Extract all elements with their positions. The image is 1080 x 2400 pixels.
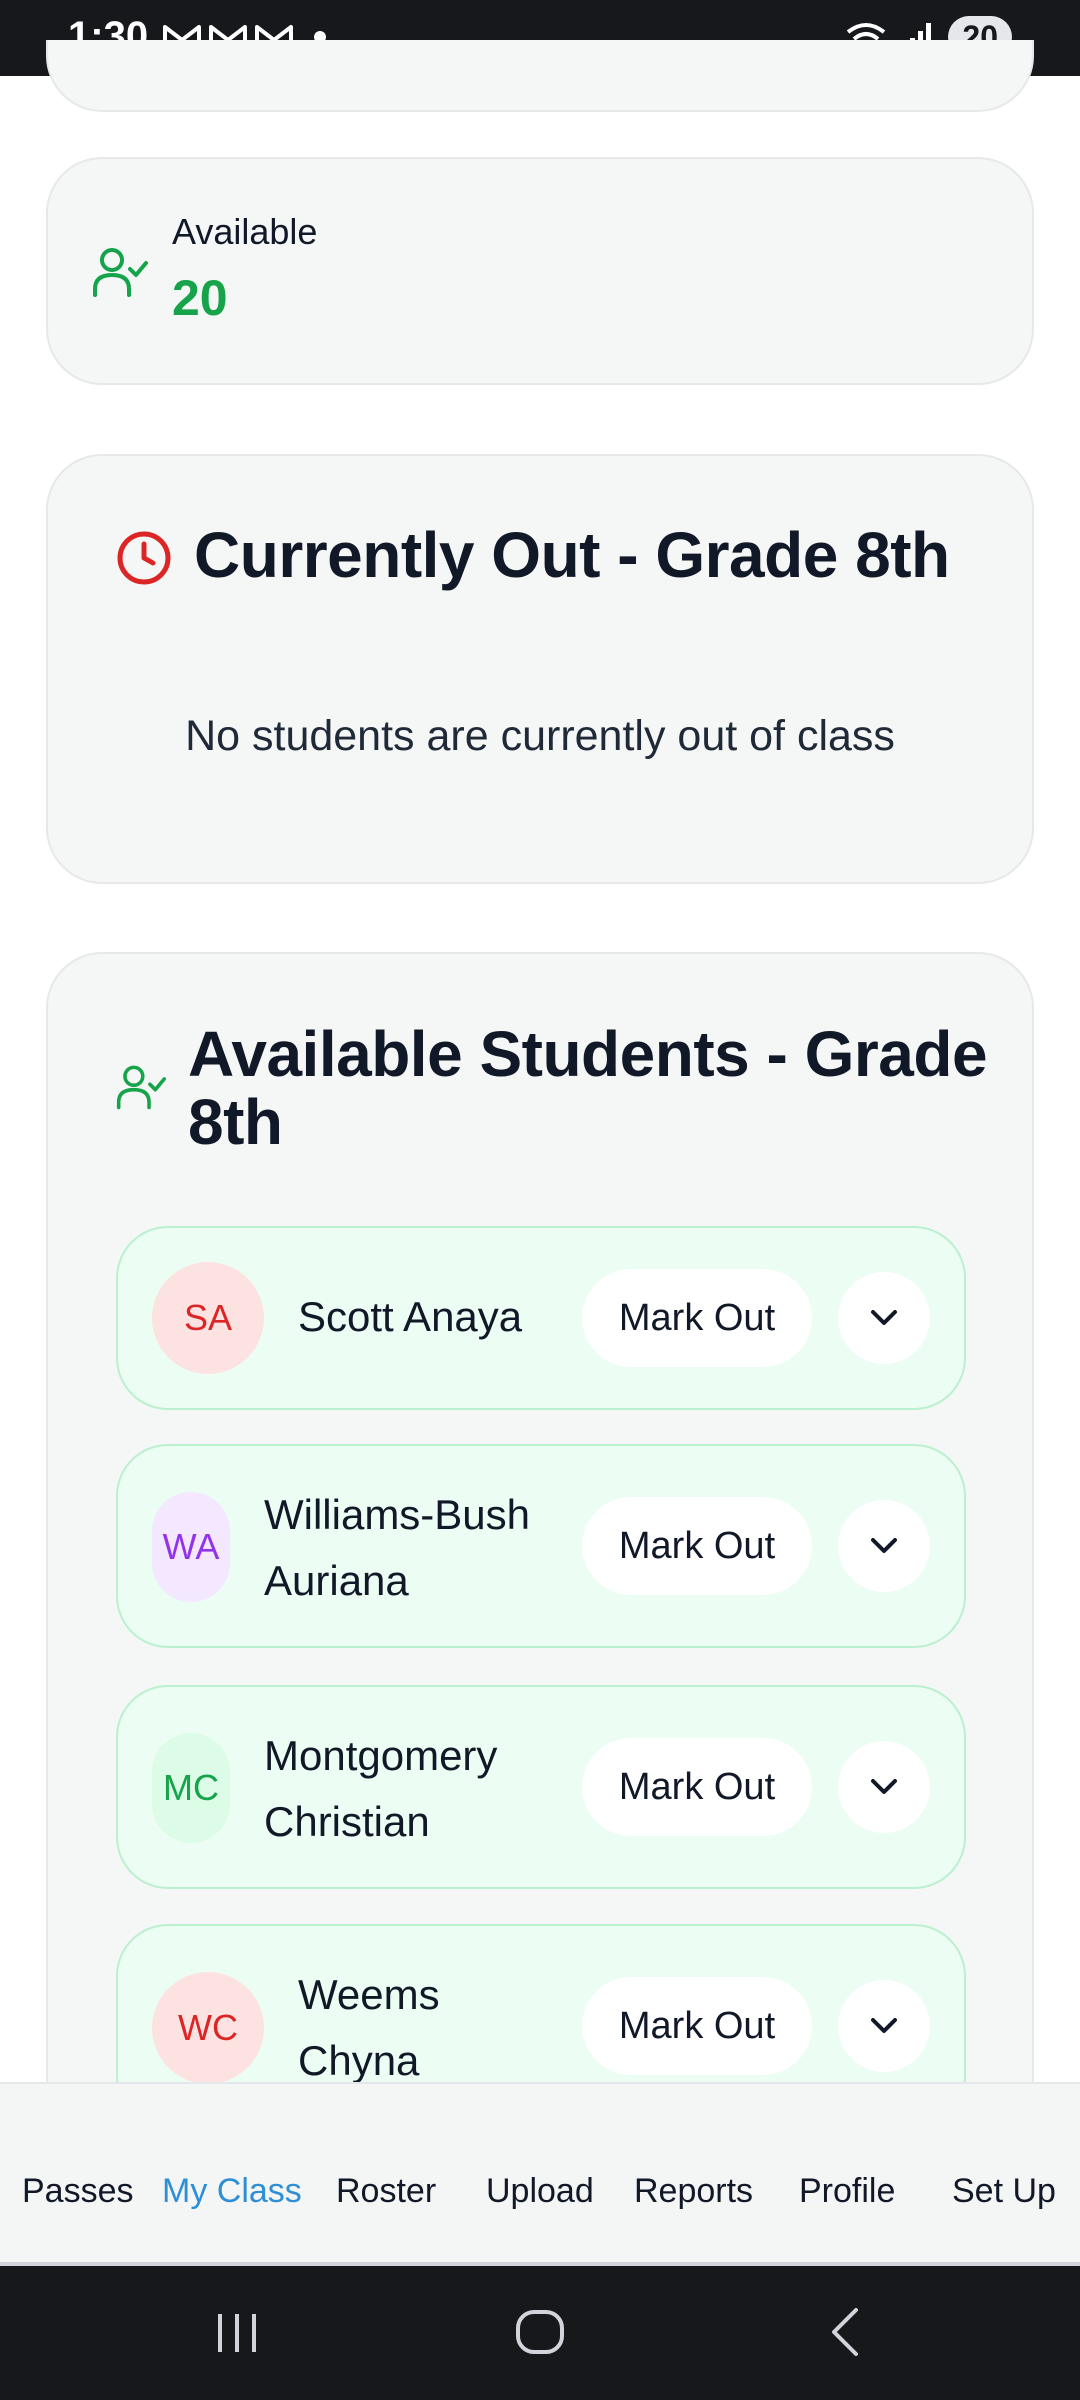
chevron-down-icon: [871, 1538, 897, 1553]
clock-icon: [117, 531, 171, 585]
student-avatar: WC: [152, 1972, 264, 2084]
student-name-line: Montgomery: [264, 1732, 498, 1779]
available-students-title: Available Students - Grade 8th: [188, 1018, 988, 1158]
currently-out-title: Currently Out - Grade 8th: [194, 519, 950, 591]
user-check-icon: [116, 1065, 166, 1110]
mark-out-button[interactable]: Mark Out: [582, 1977, 812, 2075]
nav-item-passes[interactable]: Passes: [22, 2172, 134, 2211]
system-nav-bar: [0, 2266, 1080, 2400]
nav-item-upload[interactable]: Upload: [486, 2172, 594, 2211]
chevron-down-icon: [871, 2018, 897, 2033]
student-avatar: WA: [152, 1492, 230, 1602]
nav-item-profile[interactable]: Profile: [799, 2172, 895, 2211]
student-name-line: Williams-Bush: [264, 1491, 531, 1538]
student-row: SA Scott Anaya Mark Out: [116, 1226, 966, 1410]
expand-button[interactable]: [838, 1500, 930, 1592]
bottom-nav: Passes My Class Roster Upload Reports Pr…: [0, 2082, 1080, 2266]
currently-out-empty-message: No students are currently out of class: [185, 712, 895, 760]
available-count: 20: [172, 270, 228, 326]
recent-apps-icon[interactable]: [212, 2302, 262, 2362]
nav-item-set-up[interactable]: Set Up: [952, 2172, 1056, 2211]
student-name: Montgomery Christian: [264, 1723, 497, 1855]
available-students-card: Available Students - Grade 8th SA Scott …: [46, 952, 1034, 2152]
available-label: Available: [172, 211, 318, 252]
student-name-line: Weems: [298, 1971, 440, 2018]
previous-card: [46, 40, 1034, 112]
home-icon[interactable]: [512, 2302, 568, 2362]
chevron-down-icon: [871, 1779, 897, 1794]
chevron-down-icon: [871, 1310, 897, 1325]
mark-out-button[interactable]: Mark Out: [582, 1738, 812, 1836]
student-name-line: Scott Anaya: [298, 1293, 523, 1340]
mark-out-button[interactable]: Mark Out: [582, 1497, 812, 1595]
student-avatar: SA: [152, 1262, 264, 1374]
student-row: MC Montgomery Christian Mark Out: [116, 1685, 966, 1889]
back-icon[interactable]: [820, 2302, 870, 2362]
nav-item-roster[interactable]: Roster: [336, 2172, 436, 2211]
available-summary-card: Available 20: [46, 157, 1034, 385]
student-name: Williams-Bush Auriana: [264, 1482, 530, 1614]
expand-button[interactable]: [838, 1272, 930, 1364]
student-name: Scott Anaya: [298, 1284, 522, 1350]
user-check-icon: [93, 248, 148, 297]
nav-item-my-class[interactable]: My Class: [162, 2172, 302, 2211]
student-row: WA Williams-Bush Auriana Mark Out: [116, 1444, 966, 1648]
expand-button[interactable]: [838, 1980, 930, 2072]
expand-button[interactable]: [838, 1741, 930, 1833]
nav-item-reports[interactable]: Reports: [634, 2172, 753, 2211]
student-name-line: Christian: [264, 1798, 430, 1845]
currently-out-card: Currently Out - Grade 8th No students ar…: [46, 454, 1034, 884]
mark-out-button[interactable]: Mark Out: [582, 1269, 812, 1367]
student-name: Weems Chyna: [298, 1962, 440, 2094]
student-avatar: MC: [152, 1733, 230, 1843]
student-name-line: Auriana: [264, 1557, 409, 1604]
